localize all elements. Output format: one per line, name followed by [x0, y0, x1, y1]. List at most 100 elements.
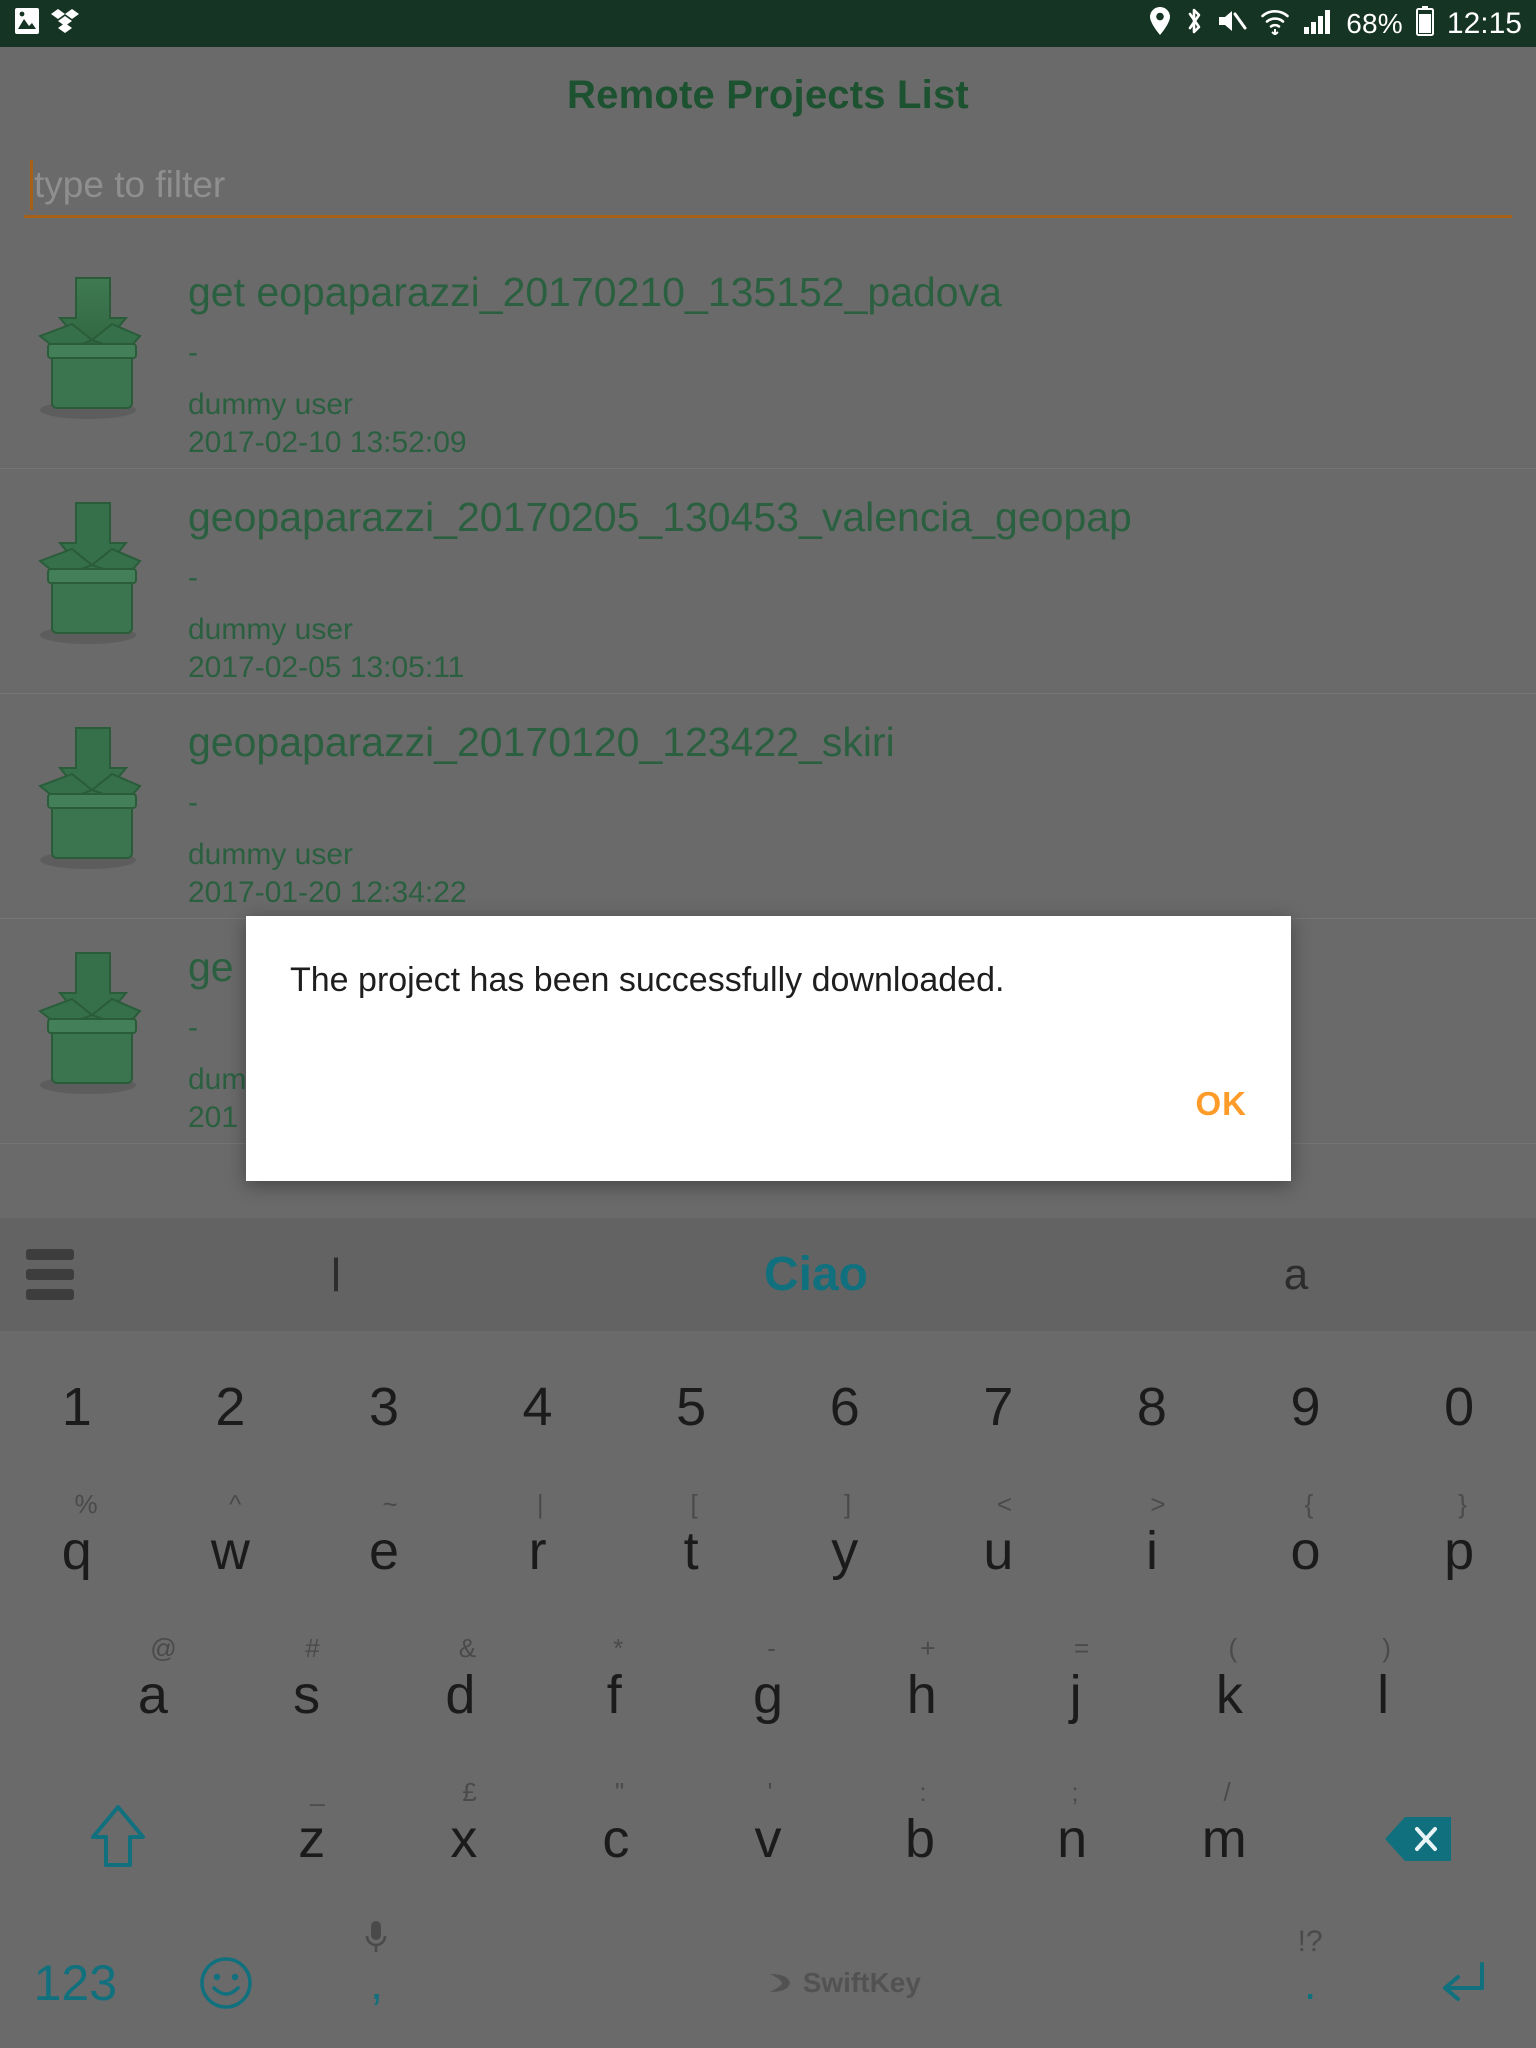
key-alt-label: £	[462, 1777, 477, 1807]
key-x[interactable]: £ x	[388, 1767, 540, 1911]
key-7[interactable]: 7	[922, 1335, 1076, 1479]
enter-icon[interactable]	[1385, 1911, 1536, 2048]
hamburger-menu-icon[interactable]	[0, 1249, 96, 1300]
key-9[interactable]: 9	[1229, 1335, 1383, 1479]
key-label: c	[602, 1809, 630, 1869]
download-success-dialog: The project has been successfully downlo…	[246, 916, 1291, 1181]
microphone-icon	[363, 1919, 389, 1964]
key-m[interactable]: / m	[1148, 1767, 1300, 1911]
key-label: 0	[1444, 1377, 1475, 1437]
shift-icon[interactable]	[0, 1767, 236, 1911]
clock-label: 12:15	[1446, 6, 1522, 40]
status-bar: 68% 12:15	[0, 0, 1536, 47]
key-label: m	[1201, 1809, 1247, 1869]
key-6[interactable]: 6	[768, 1335, 922, 1479]
key-i[interactable]: > i	[1075, 1479, 1229, 1623]
filter-field-wrapper[interactable]	[24, 154, 1512, 222]
key-label: d	[445, 1665, 476, 1725]
key-label: i	[1145, 1521, 1158, 1581]
key-z[interactable]: _ z	[236, 1767, 388, 1911]
key-3[interactable]: 3	[307, 1335, 461, 1479]
key-2[interactable]: 2	[154, 1335, 308, 1479]
key-label: y	[831, 1521, 859, 1581]
project-date: 2017-02-10 13:52:09	[188, 425, 467, 459]
keyboard-row-home: @ a # s & d * f -g + h = j (k ) l	[0, 1623, 1536, 1767]
key-8[interactable]: 8	[1075, 1335, 1229, 1479]
key-0[interactable]: 0	[1382, 1335, 1536, 1479]
key-alt-label: /	[1223, 1777, 1231, 1807]
key-q[interactable]: % q	[0, 1479, 154, 1623]
key-label: g	[752, 1665, 784, 1725]
key-p[interactable]: } p	[1382, 1479, 1536, 1623]
key-alt-label: -	[767, 1633, 776, 1663]
project-user: dummy user	[188, 387, 354, 421]
key-n[interactable]: ; n	[996, 1767, 1148, 1911]
suggestion-item-3[interactable]: a	[1056, 1250, 1536, 1300]
text-caret	[30, 160, 33, 210]
key-t[interactable]: [t	[614, 1479, 768, 1623]
bluetooth-icon	[1184, 6, 1204, 41]
key-label: p	[1444, 1521, 1475, 1581]
key-j[interactable]: = j	[999, 1623, 1153, 1767]
filter-input[interactable]	[24, 154, 1512, 218]
key-w[interactable]: ^ w	[154, 1479, 308, 1623]
key-r[interactable]: | r	[461, 1479, 615, 1623]
key-alt-label: ^	[229, 1489, 242, 1519]
key-a[interactable]: @ a	[76, 1623, 230, 1767]
key-g[interactable]: -g	[691, 1623, 845, 1767]
dropbox-icon	[50, 6, 80, 41]
project-description: -	[188, 560, 198, 594]
key-label: w	[210, 1521, 250, 1581]
key-h[interactable]: + h	[845, 1623, 999, 1767]
key-c[interactable]: " c	[540, 1767, 692, 1911]
key-alt-label: }	[1458, 1489, 1467, 1519]
list-item[interactable]: geopaparazzi_20170120_123422_skiri - dum…	[0, 694, 1536, 919]
space-key[interactable]: SwiftKey	[452, 1911, 1235, 2048]
location-icon	[1149, 6, 1171, 41]
key-label: 5	[676, 1377, 707, 1437]
key-1[interactable]: 1	[0, 1335, 154, 1479]
key-label: f	[606, 1665, 622, 1725]
key-e[interactable]: ~ e	[307, 1479, 461, 1623]
key-alt-label: @	[150, 1633, 177, 1663]
keyboard-row-numbers: 1 2 3 4 5 6 7 8 9 0	[0, 1335, 1536, 1479]
key-label: 1	[61, 1377, 92, 1437]
key-u[interactable]: < u	[922, 1479, 1076, 1623]
list-item[interactable]: get eopaparazzi_20170210_135152_padova -…	[0, 244, 1536, 469]
backspace-icon[interactable]	[1300, 1767, 1536, 1911]
key-label: a	[137, 1665, 168, 1725]
period-key[interactable]: !? .	[1235, 1911, 1386, 2048]
key-l[interactable]: ) l	[1306, 1623, 1460, 1767]
project-description: -	[188, 785, 198, 819]
status-bar-right-icons: 68% 12:15	[1149, 6, 1522, 41]
suggestion-bar: l Ciao a	[0, 1218, 1536, 1331]
key-5[interactable]: 5	[614, 1335, 768, 1479]
key-alt-label: '	[767, 1777, 773, 1807]
key-label: x	[450, 1809, 478, 1869]
suggestion-item-2[interactable]: Ciao	[576, 1247, 1056, 1302]
dialog-message: The project has been successfully downlo…	[290, 961, 1005, 999]
phone-screen: 68% 12:15 Remote Projects List type to f…	[0, 0, 1536, 2048]
key-y[interactable]: ] y	[768, 1479, 922, 1623]
key-v[interactable]: ' v	[692, 1767, 844, 1911]
key-4[interactable]: 4	[461, 1335, 615, 1479]
emoji-icon[interactable]	[151, 1911, 302, 2048]
key-o[interactable]: {o	[1229, 1479, 1383, 1623]
suggestion-item-1[interactable]: l	[96, 1248, 576, 1302]
ok-button[interactable]: OK	[1196, 1085, 1248, 1123]
comma-key[interactable]: ,	[301, 1911, 452, 2048]
list-item-text: geopaparazzi_20170205_130453_valencia_ge…	[150, 479, 1132, 683]
project-date: 2017-02-05 13:05:11	[188, 650, 465, 684]
key-alt-label: ;	[1071, 1777, 1079, 1807]
numeric-mode-key[interactable]: 123	[0, 1911, 151, 2048]
list-item[interactable]: geopaparazzi_20170205_130453_valencia_ge…	[0, 469, 1536, 694]
key-b[interactable]: :b	[844, 1767, 996, 1911]
project-title: geopaparazzi_20170120_123422_skiri	[188, 719, 895, 765]
key-s[interactable]: # s	[230, 1623, 384, 1767]
key-f[interactable]: * f	[537, 1623, 691, 1767]
key-label: 7	[983, 1377, 1014, 1437]
key-label: k	[1215, 1665, 1243, 1725]
key-d[interactable]: & d	[384, 1623, 538, 1767]
key-label: n	[1057, 1809, 1088, 1869]
key-k[interactable]: (k	[1152, 1623, 1306, 1767]
